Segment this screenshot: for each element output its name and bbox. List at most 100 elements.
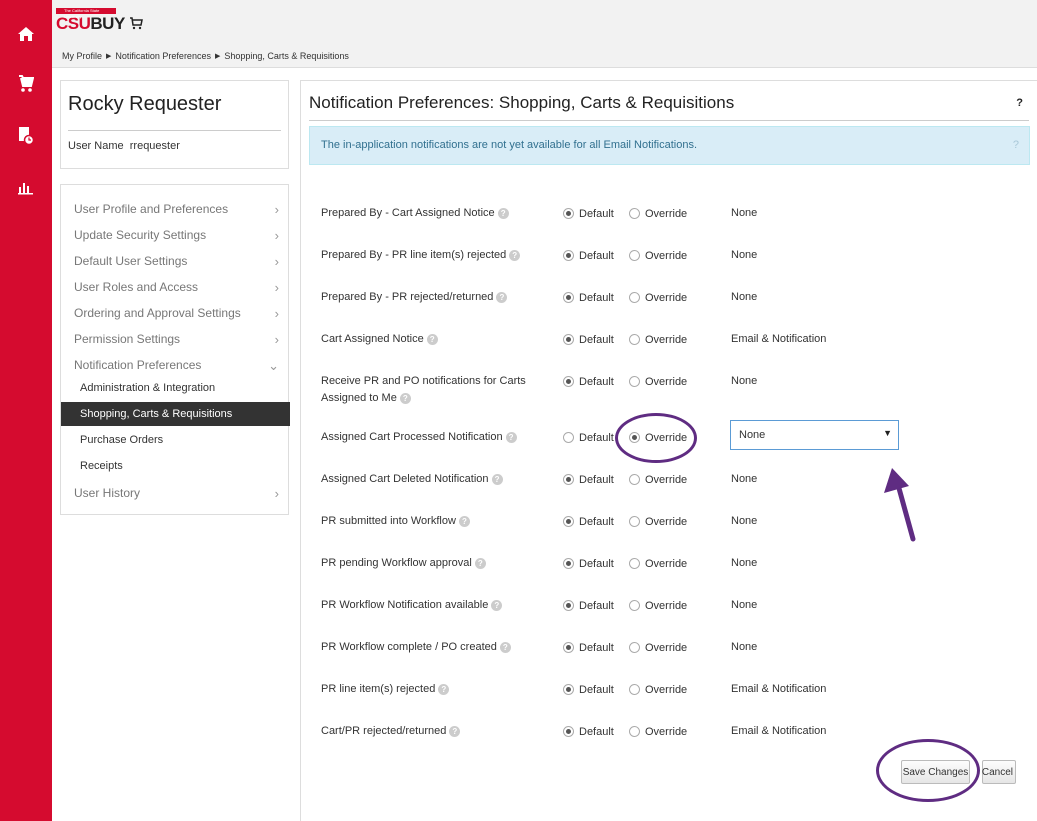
help-circle-icon[interactable]: ? (458, 516, 470, 527)
profile-menu: User Profile and Preferences › Update Sec… (60, 184, 290, 515)
radio-circle-icon[interactable] (563, 292, 574, 303)
save-changes-button[interactable]: Save Changes (901, 760, 970, 784)
help-circle-icon[interactable]: ? (509, 250, 521, 261)
default-radio-label: Default (579, 641, 614, 654)
help-circle-icon[interactable]: ? (438, 684, 450, 695)
submenu-item-receipts[interactable]: Receipts (61, 454, 290, 478)
menu-item-user-history[interactable]: User History › (74, 486, 279, 501)
override-radio[interactable]: Override (629, 373, 687, 390)
breadcrumb-my-profile[interactable]: My Profile (62, 51, 102, 61)
radio-circle-icon[interactable] (563, 250, 574, 261)
help-circle-icon[interactable]: ? (505, 432, 517, 443)
default-radio[interactable]: Default (563, 639, 614, 656)
radio-circle-icon[interactable] (563, 376, 574, 387)
default-radio[interactable]: Default (563, 205, 614, 222)
override-radio[interactable]: Override (629, 681, 687, 698)
radio-circle-icon[interactable] (629, 684, 640, 695)
default-radio[interactable]: Default (563, 723, 614, 740)
radio-circle-icon[interactable] (563, 600, 574, 611)
default-radio[interactable]: Default (563, 373, 614, 390)
override-radio[interactable]: Override (629, 205, 687, 222)
help-circle-icon[interactable]: ? (449, 726, 461, 737)
radio-circle-icon[interactable] (629, 474, 640, 485)
breadcrumb-separator-icon: ▶ (214, 53, 221, 60)
help-circle-icon[interactable]: ? (491, 474, 503, 485)
submenu-item-shopping-carts[interactable]: Shopping, Carts & Requisitions (61, 402, 290, 426)
radio-circle-icon[interactable] (629, 376, 640, 387)
radio-circle-icon[interactable] (629, 642, 640, 653)
radio-circle-icon[interactable] (629, 558, 640, 569)
default-radio[interactable]: Default (563, 597, 614, 614)
default-radio[interactable]: Default (563, 471, 614, 488)
notification-label: Prepared By - PR line item(s) rejected? (321, 247, 536, 264)
menu-item-security-settings[interactable]: Update Security Settings › (74, 228, 279, 243)
override-radio[interactable]: Override (629, 513, 687, 530)
radio-circle-icon[interactable] (563, 432, 574, 443)
override-radio[interactable]: Override (629, 597, 687, 614)
radio-circle-icon[interactable] (629, 726, 640, 737)
radio-circle-icon[interactable] (563, 516, 574, 527)
radio-circle-icon[interactable] (629, 334, 640, 345)
submenu-item-administration[interactable]: Administration & Integration (61, 376, 290, 400)
radio-circle-icon[interactable] (563, 474, 574, 485)
help-circle-icon[interactable]: ? (426, 334, 438, 345)
default-radio[interactable]: Default (563, 247, 614, 264)
override-radio[interactable]: Override (629, 289, 687, 306)
notification-row: Assigned Cart Processed Notification? Def… (301, 420, 1037, 469)
menu-item-default-user-settings[interactable]: Default User Settings › (74, 254, 279, 269)
radio-circle-icon[interactable] (563, 642, 574, 653)
override-radio[interactable]: Override (629, 723, 687, 740)
override-radio[interactable]: Override (629, 331, 687, 348)
override-radio[interactable]: Override (629, 639, 687, 656)
override-radio[interactable]: Override (629, 247, 687, 264)
help-circle-icon[interactable]: ? (496, 292, 508, 303)
default-radio[interactable]: Default (563, 331, 614, 348)
document-clock-icon[interactable] (0, 116, 52, 156)
radio-circle-icon[interactable] (629, 292, 640, 303)
help-circle-icon[interactable]: ? (399, 393, 411, 404)
help-icon[interactable]: ? (1016, 97, 1023, 109)
menu-item-notification-preferences[interactable]: Notification Preferences ⌄ (74, 358, 279, 373)
override-radio[interactable]: Override (629, 555, 687, 572)
bar-chart-icon[interactable] (0, 168, 52, 208)
default-radio[interactable]: Default (563, 681, 614, 698)
radio-circle-icon[interactable] (563, 558, 574, 569)
default-radio[interactable]: Default (563, 289, 614, 306)
notification-method-select[interactable]: None ▼ (730, 420, 899, 450)
override-radio[interactable]: Override (629, 471, 687, 488)
menu-item-user-profile[interactable]: User Profile and Preferences › (74, 202, 279, 217)
cancel-button[interactable]: Cancel (982, 760, 1016, 784)
breadcrumb-notification-preferences[interactable]: Notification Preferences (115, 51, 211, 61)
radio-circle-icon[interactable] (563, 726, 574, 737)
radio-circle-icon[interactable] (629, 208, 640, 219)
alert-help-icon[interactable]: ? (1013, 139, 1019, 151)
submenu-item-purchase-orders[interactable]: Purchase Orders (61, 428, 290, 452)
radio-circle-icon[interactable] (629, 250, 640, 261)
default-radio[interactable]: Default (563, 429, 614, 446)
radio-circle-icon[interactable] (563, 208, 574, 219)
default-radio[interactable]: Default (563, 555, 614, 572)
radio-circle-icon[interactable] (629, 600, 640, 611)
cart-icon[interactable] (0, 64, 52, 104)
default-radio-label: Default (579, 333, 614, 346)
home-icon[interactable] (0, 14, 52, 54)
help-circle-icon[interactable]: ? (497, 208, 509, 219)
help-circle-icon[interactable]: ? (499, 642, 511, 653)
menu-item-user-roles[interactable]: User Roles and Access › (74, 280, 279, 295)
notification-label-text: PR Workflow Notification available (321, 599, 489, 611)
help-circle-icon[interactable]: ? (491, 600, 503, 611)
menu-item-ordering-approval[interactable]: Ordering and Approval Settings › (74, 306, 279, 321)
notification-method-value: Email & Notification (731, 725, 827, 737)
default-radio-label: Default (579, 515, 614, 528)
menu-item-permission-settings[interactable]: Permission Settings › (74, 332, 279, 347)
notification-label-text: Cart/PR rejected/returned (321, 725, 447, 737)
logo-tagline-bar: The California State University (56, 8, 116, 19)
radio-circle-icon[interactable] (629, 432, 640, 443)
radio-circle-icon[interactable] (563, 334, 574, 345)
radio-circle-icon[interactable] (629, 516, 640, 527)
help-circle-icon[interactable]: ? (474, 558, 486, 569)
default-radio[interactable]: Default (563, 513, 614, 530)
csubuy-logo[interactable]: The California State University CSUBUY (56, 8, 143, 33)
radio-circle-icon[interactable] (563, 684, 574, 695)
override-radio[interactable]: Override (629, 429, 687, 446)
